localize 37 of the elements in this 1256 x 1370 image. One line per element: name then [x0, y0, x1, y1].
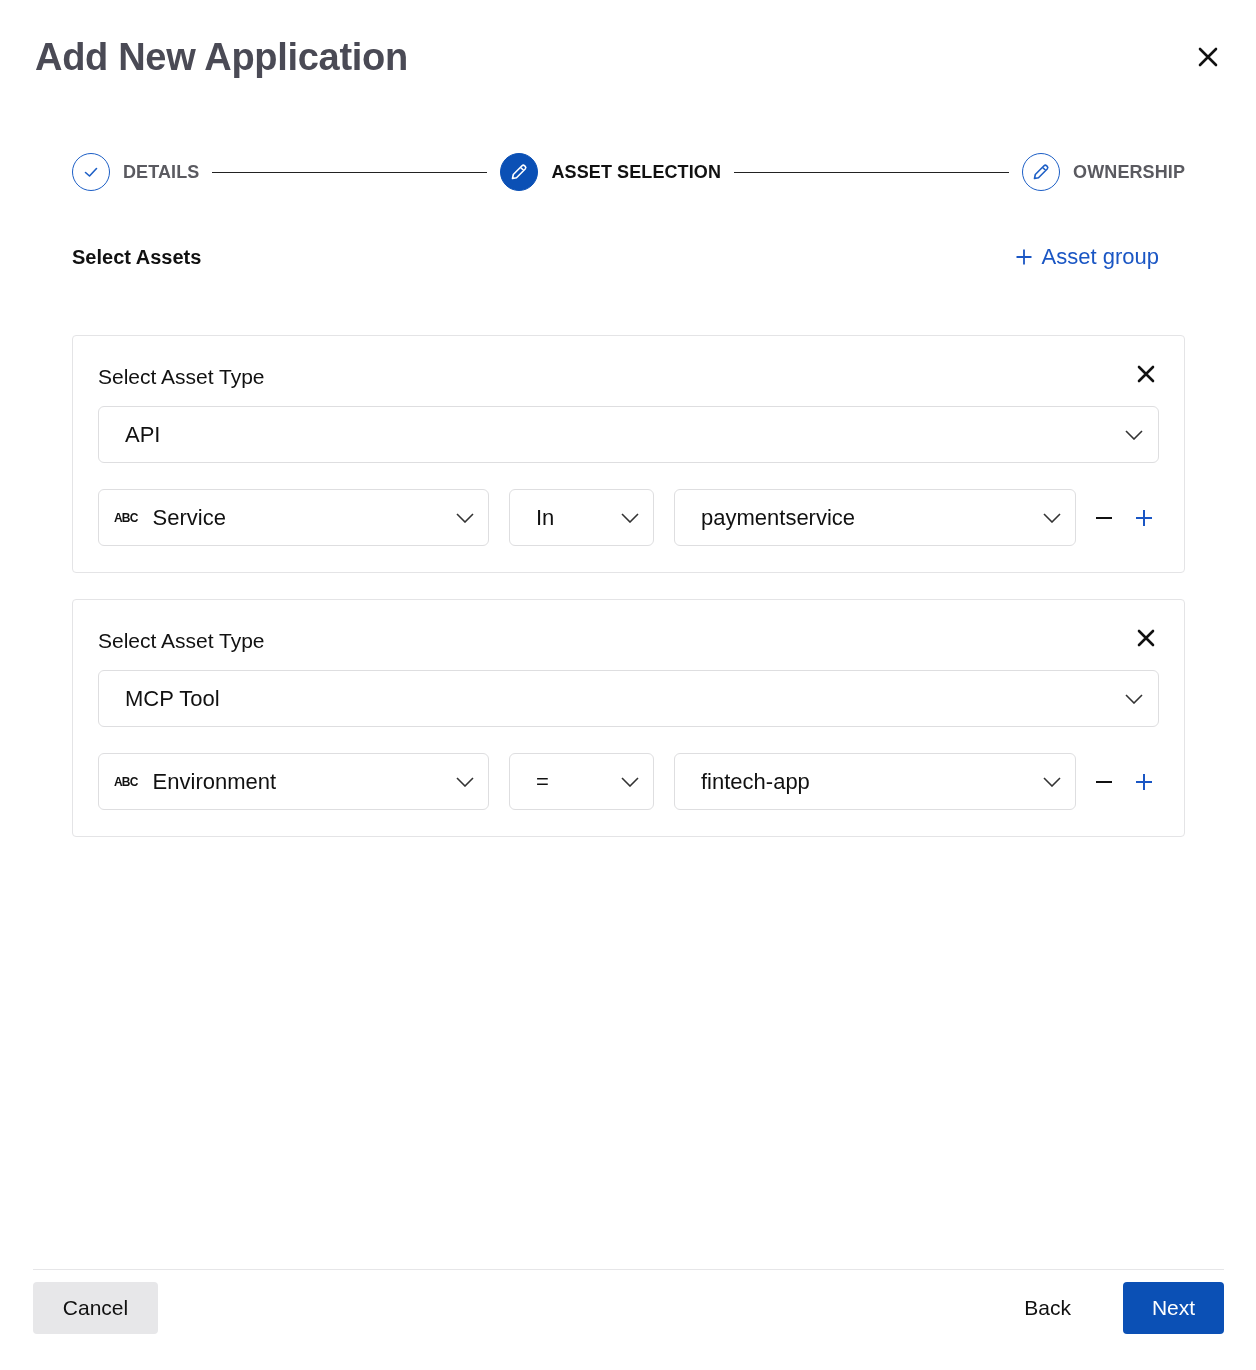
chevron-down-icon	[1125, 429, 1143, 440]
value-dropdown[interactable]: paymentservice	[674, 489, 1076, 546]
dialog-title: Add New Application	[35, 35, 408, 80]
text-type-icon: ABC	[114, 510, 138, 525]
asset-type-dropdown[interactable]: MCP Tool	[98, 670, 1159, 727]
minus-icon[interactable]	[1096, 780, 1112, 783]
step-label: DETAILS	[123, 161, 200, 183]
cancel-button[interactable]: Cancel	[33, 1282, 158, 1334]
field-label: Select Asset Type	[98, 364, 265, 390]
text-type-icon: ABC	[114, 774, 138, 789]
close-icon[interactable]	[1137, 629, 1155, 647]
attribute-dropdown[interactable]: ABC Service	[98, 489, 489, 546]
field-label: Select Asset Type	[98, 628, 265, 654]
plus-icon	[1015, 249, 1032, 265]
add-asset-group-button[interactable]: Asset group	[1015, 243, 1159, 271]
next-button[interactable]: Next	[1123, 1282, 1224, 1334]
section-title: Select Assets	[72, 245, 202, 270]
step-label: OWNERSHIP	[1073, 161, 1185, 183]
step-label: ASSET SELECTION	[551, 161, 721, 183]
chevron-down-icon	[456, 776, 474, 787]
plus-icon[interactable]	[1136, 773, 1152, 790]
back-button[interactable]: Back	[1004, 1282, 1091, 1334]
minus-icon[interactable]	[1096, 516, 1112, 519]
attribute-dropdown[interactable]: ABC Environment	[98, 753, 489, 810]
chevron-down-icon	[621, 776, 639, 787]
close-icon[interactable]	[1137, 365, 1155, 383]
plus-icon[interactable]	[1136, 509, 1152, 526]
chevron-down-icon	[1125, 693, 1143, 704]
operator-dropdown[interactable]: =	[509, 753, 654, 810]
operator-dropdown[interactable]: In	[509, 489, 654, 546]
close-icon[interactable]	[1198, 47, 1218, 67]
chevron-down-icon	[1043, 512, 1061, 523]
chevron-down-icon	[1043, 776, 1061, 787]
chevron-down-icon	[621, 512, 639, 523]
chevron-down-icon	[456, 512, 474, 523]
value-dropdown[interactable]: fintech-app	[674, 753, 1076, 810]
asset-type-dropdown[interactable]: API	[98, 406, 1159, 463]
